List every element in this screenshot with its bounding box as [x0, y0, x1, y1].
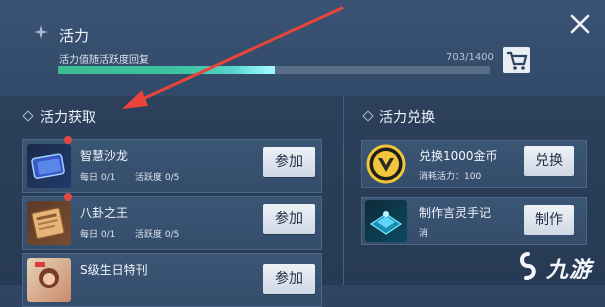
vitality-progress-glow [235, 66, 275, 74]
task-card-salon: 智慧沙龙 每日 0/1 活跃度 0/5 参加 [22, 136, 322, 193]
task-daily-count: 每日 0/1 [80, 230, 116, 240]
watermark-text: 九游 [546, 258, 593, 283]
exchange-name: 制作言灵手记 [419, 206, 492, 220]
exchange-card-notebook: 制作言灵手记 消 制作 [361, 197, 587, 245]
task-name: S级生日特刊 [80, 263, 148, 277]
task-daily-count: 每日 0/1 [80, 173, 116, 183]
join-button-gossip[interactable]: 参加 [263, 204, 315, 234]
exchange-card-gold: 兑换1000金币 消耗活力：100 兑换 [361, 140, 587, 188]
section-diamond-icon [22, 110, 34, 122]
task-activity-count: 活跃度 0/5 [135, 230, 180, 240]
spirit-notebook-icon [365, 200, 407, 242]
column-divider [343, 96, 344, 285]
notification-badge [64, 136, 72, 144]
vitality-subtitle: 活力值随活跃度回复 [59, 55, 149, 66]
task-name: 智慧沙龙 [80, 149, 129, 163]
notification-badge [64, 193, 72, 201]
vitality-progress-bar [58, 66, 490, 74]
page-title: 活力 [59, 27, 90, 45]
vitality-value: 703/1400 [446, 52, 494, 63]
shop-button[interactable] [503, 47, 530, 73]
task-card-birthday: S级生日特刊 参加 [22, 253, 322, 307]
birthday-magazine-icon [27, 258, 71, 302]
exchange-cost: 消耗活力：100 [419, 172, 482, 182]
gold-coin-icon [365, 143, 407, 185]
gossip-newspaper-icon [27, 201, 71, 245]
acquire-section-title: 活力获取 [40, 110, 96, 126]
exchange-cost: 消 [419, 229, 429, 239]
join-button-salon[interactable]: 参加 [263, 147, 315, 177]
section-diamond-icon [362, 110, 374, 122]
task-name: 八卦之王 [80, 206, 129, 220]
exchange-button[interactable]: 兑换 [524, 146, 574, 176]
shopping-cart-icon [507, 51, 528, 70]
sparkle-icon [34, 25, 48, 39]
join-button-birthday[interactable]: 参加 [263, 264, 315, 294]
exchange-section-title: 活力兑换 [379, 110, 435, 126]
task-activity-count: 活跃度 0/5 [135, 173, 180, 183]
exchange-name: 兑换1000金币 [419, 149, 498, 163]
craft-button[interactable]: 制作 [524, 205, 574, 235]
close-icon[interactable] [568, 12, 592, 36]
task-card-gossip: 八卦之王 每日 0/1 活跃度 0/5 参加 [22, 193, 322, 250]
salon-ticket-icon [27, 144, 71, 188]
